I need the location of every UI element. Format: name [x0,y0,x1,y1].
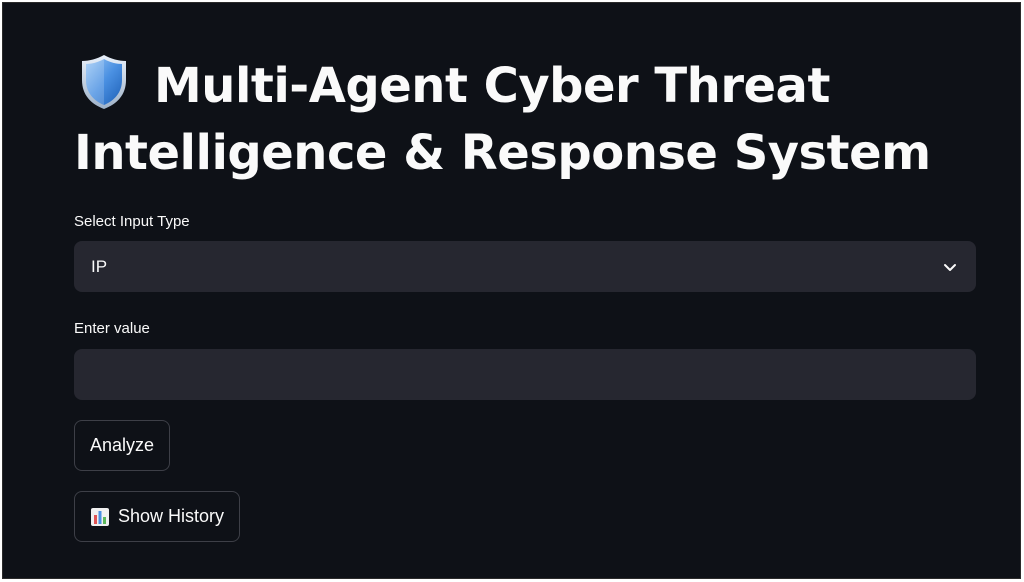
analyze-button-label: Analyze [90,435,155,455]
title-line-2: Intelligence & Response System [74,125,931,181]
app-window: Multi-Agent Cyber Threat Intelligence & … [2,2,1021,579]
bar-chart-icon [91,507,109,526]
page-title: Multi-Agent Cyber Threat Intelligence & … [74,53,976,187]
input-type-selected-value: IP [91,256,108,276]
main-content: Multi-Agent Cyber Threat Intelligence & … [74,53,976,542]
analyze-button[interactable]: Analyze [74,420,171,471]
value-input[interactable] [74,349,976,400]
shield-icon [82,55,126,109]
show-history-label: Show History [118,506,225,526]
title-line-1: Multi-Agent Cyber Threat [154,58,830,114]
input-type-select[interactable]: IP [74,241,976,292]
input-type-label: Select Input Type [74,213,190,230]
show-history-button[interactable]: Show History [74,491,241,542]
value-input-label: Enter value [74,320,150,337]
chevron-down-icon[interactable] [942,259,958,275]
